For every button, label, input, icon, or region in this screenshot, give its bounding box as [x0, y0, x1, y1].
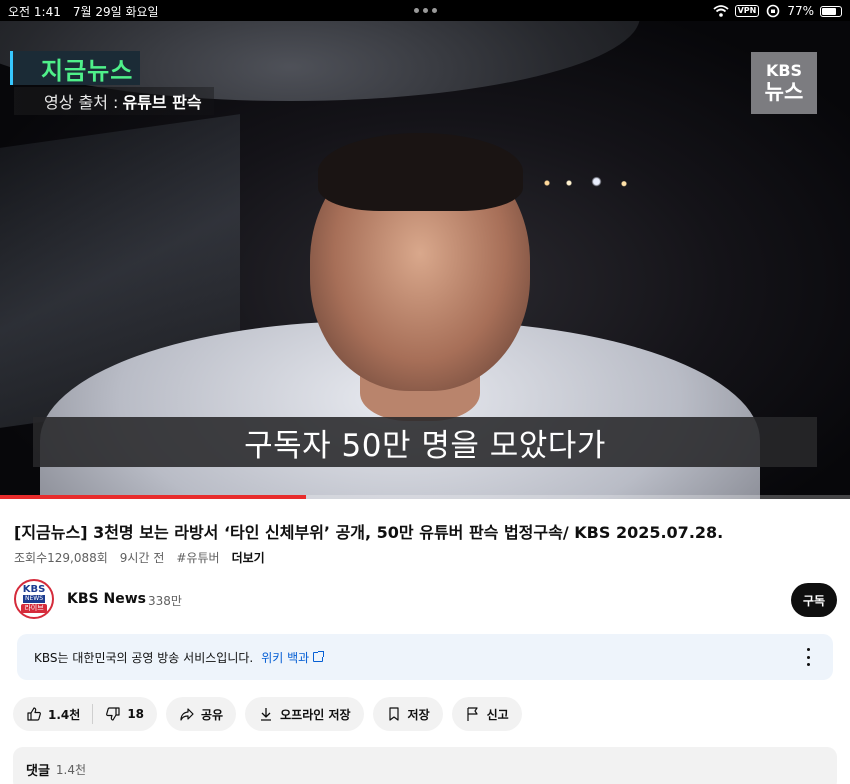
comments-count: 1.4천	[55, 763, 87, 777]
share-icon	[179, 706, 195, 722]
multitask-dots-icon[interactable]	[414, 8, 437, 13]
channel-name[interactable]: KBS News	[67, 591, 146, 607]
dislike-count: 18	[127, 707, 145, 721]
upload-age: 9시간 전	[119, 551, 165, 565]
status-date: 7월 29일 화요일	[72, 5, 159, 19]
video-source-caption: 영상 출처 : 유튜브 판슥	[14, 87, 214, 115]
more-link[interactable]: 더보기	[232, 549, 265, 566]
report-label: 신고	[486, 707, 509, 722]
bookmark-icon	[386, 706, 402, 722]
download-icon	[258, 706, 274, 722]
wiki-link-label: 위키 백과	[261, 650, 310, 665]
offline-save-button[interactable]: 오프라인 저장	[245, 697, 364, 731]
video-title[interactable]: [지금뉴스] 3천명 보는 라방서 ‘타인 신체부위’ 공개, 50만 유튜버 …	[14, 519, 834, 543]
source-name: 유튜브 판슥	[122, 93, 202, 112]
channel-row: KBS NEWS 라이브 KBS News 338만 구독	[14, 579, 837, 621]
view-count: 조회수129,088회	[14, 551, 108, 565]
battery-percent: 77%	[787, 4, 814, 18]
wifi-icon	[712, 3, 729, 19]
action-bar: 1.4천 18 공유 오프라인 저장 저장 신고	[13, 697, 522, 731]
offline-save-label: 오프라인 저장	[280, 707, 351, 722]
video-meta[interactable]: 조회수129,088회 9시간 전 #유튜버 더보기	[14, 549, 265, 566]
video-frame-lights	[536, 176, 646, 190]
kbs-news-logo: KBS 뉴스	[751, 52, 817, 114]
vpn-badge: VPN	[734, 5, 760, 17]
battery-icon	[820, 5, 842, 17]
save-button[interactable]: 저장	[372, 697, 443, 731]
save-label: 저장	[407, 707, 430, 722]
thumbs-up-icon[interactable]	[26, 706, 42, 722]
report-button[interactable]: 신고	[451, 697, 522, 731]
external-link-icon	[313, 651, 325, 662]
avatar-text-1: KBS	[22, 584, 46, 595]
logo-line-1: KBS	[765, 61, 803, 80]
comments-panel[interactable]: 댓글 1.4천	[13, 747, 837, 784]
comments-label: 댓글	[26, 764, 50, 779]
subscriber-count: 338만	[148, 594, 182, 608]
avatar-text-2: NEWS	[22, 595, 46, 603]
source-prefix: 영상 출처 :	[44, 93, 119, 112]
video-frame-person-hair	[318, 133, 523, 211]
wiki-link[interactable]: 위키 백과	[261, 649, 325, 666]
like-divider	[92, 704, 94, 724]
info-text: KBS는 대한민국의 공영 방송 서비스입니다.	[34, 650, 254, 665]
rotation-lock-icon	[765, 3, 781, 19]
subscribe-button[interactable]: 구독	[791, 583, 837, 617]
hashtag-link[interactable]: #유튜버	[176, 549, 219, 566]
video-details-sheet: [지금뉴스] 3천명 보는 라방서 ‘타인 신체부위’ 공개, 50만 유튜버 …	[0, 499, 850, 784]
channel-avatar[interactable]: KBS NEWS 라이브	[14, 579, 54, 619]
share-label: 공유	[201, 707, 224, 722]
status-bar: 오전 1:41 7월 29일 화요일 VPN 77%	[0, 0, 850, 21]
like-dislike-pill: 1.4천 18	[13, 697, 158, 731]
status-time: 오전 1:41	[8, 5, 61, 19]
avatar-text-3: 라이브	[21, 604, 47, 613]
flag-icon	[465, 706, 481, 722]
channel-info-panel[interactable]: KBS는 대한민국의 공영 방송 서비스입니다. 위키 백과	[17, 634, 833, 680]
thumbs-down-icon[interactable]	[105, 706, 121, 722]
video-subtitle: 구독자 50만 명을 모았다가	[33, 417, 817, 467]
more-options-icon[interactable]	[805, 648, 811, 666]
video-corner-label: 지금뉴스	[10, 51, 140, 85]
share-button[interactable]: 공유	[166, 697, 237, 731]
video-player[interactable]: 지금뉴스 영상 출처 : 유튜브 판슥 KBS 뉴스 구독자 50만 명을 모았…	[0, 21, 850, 499]
logo-line-2: 뉴스	[764, 80, 804, 104]
like-count[interactable]: 1.4천	[48, 706, 80, 723]
